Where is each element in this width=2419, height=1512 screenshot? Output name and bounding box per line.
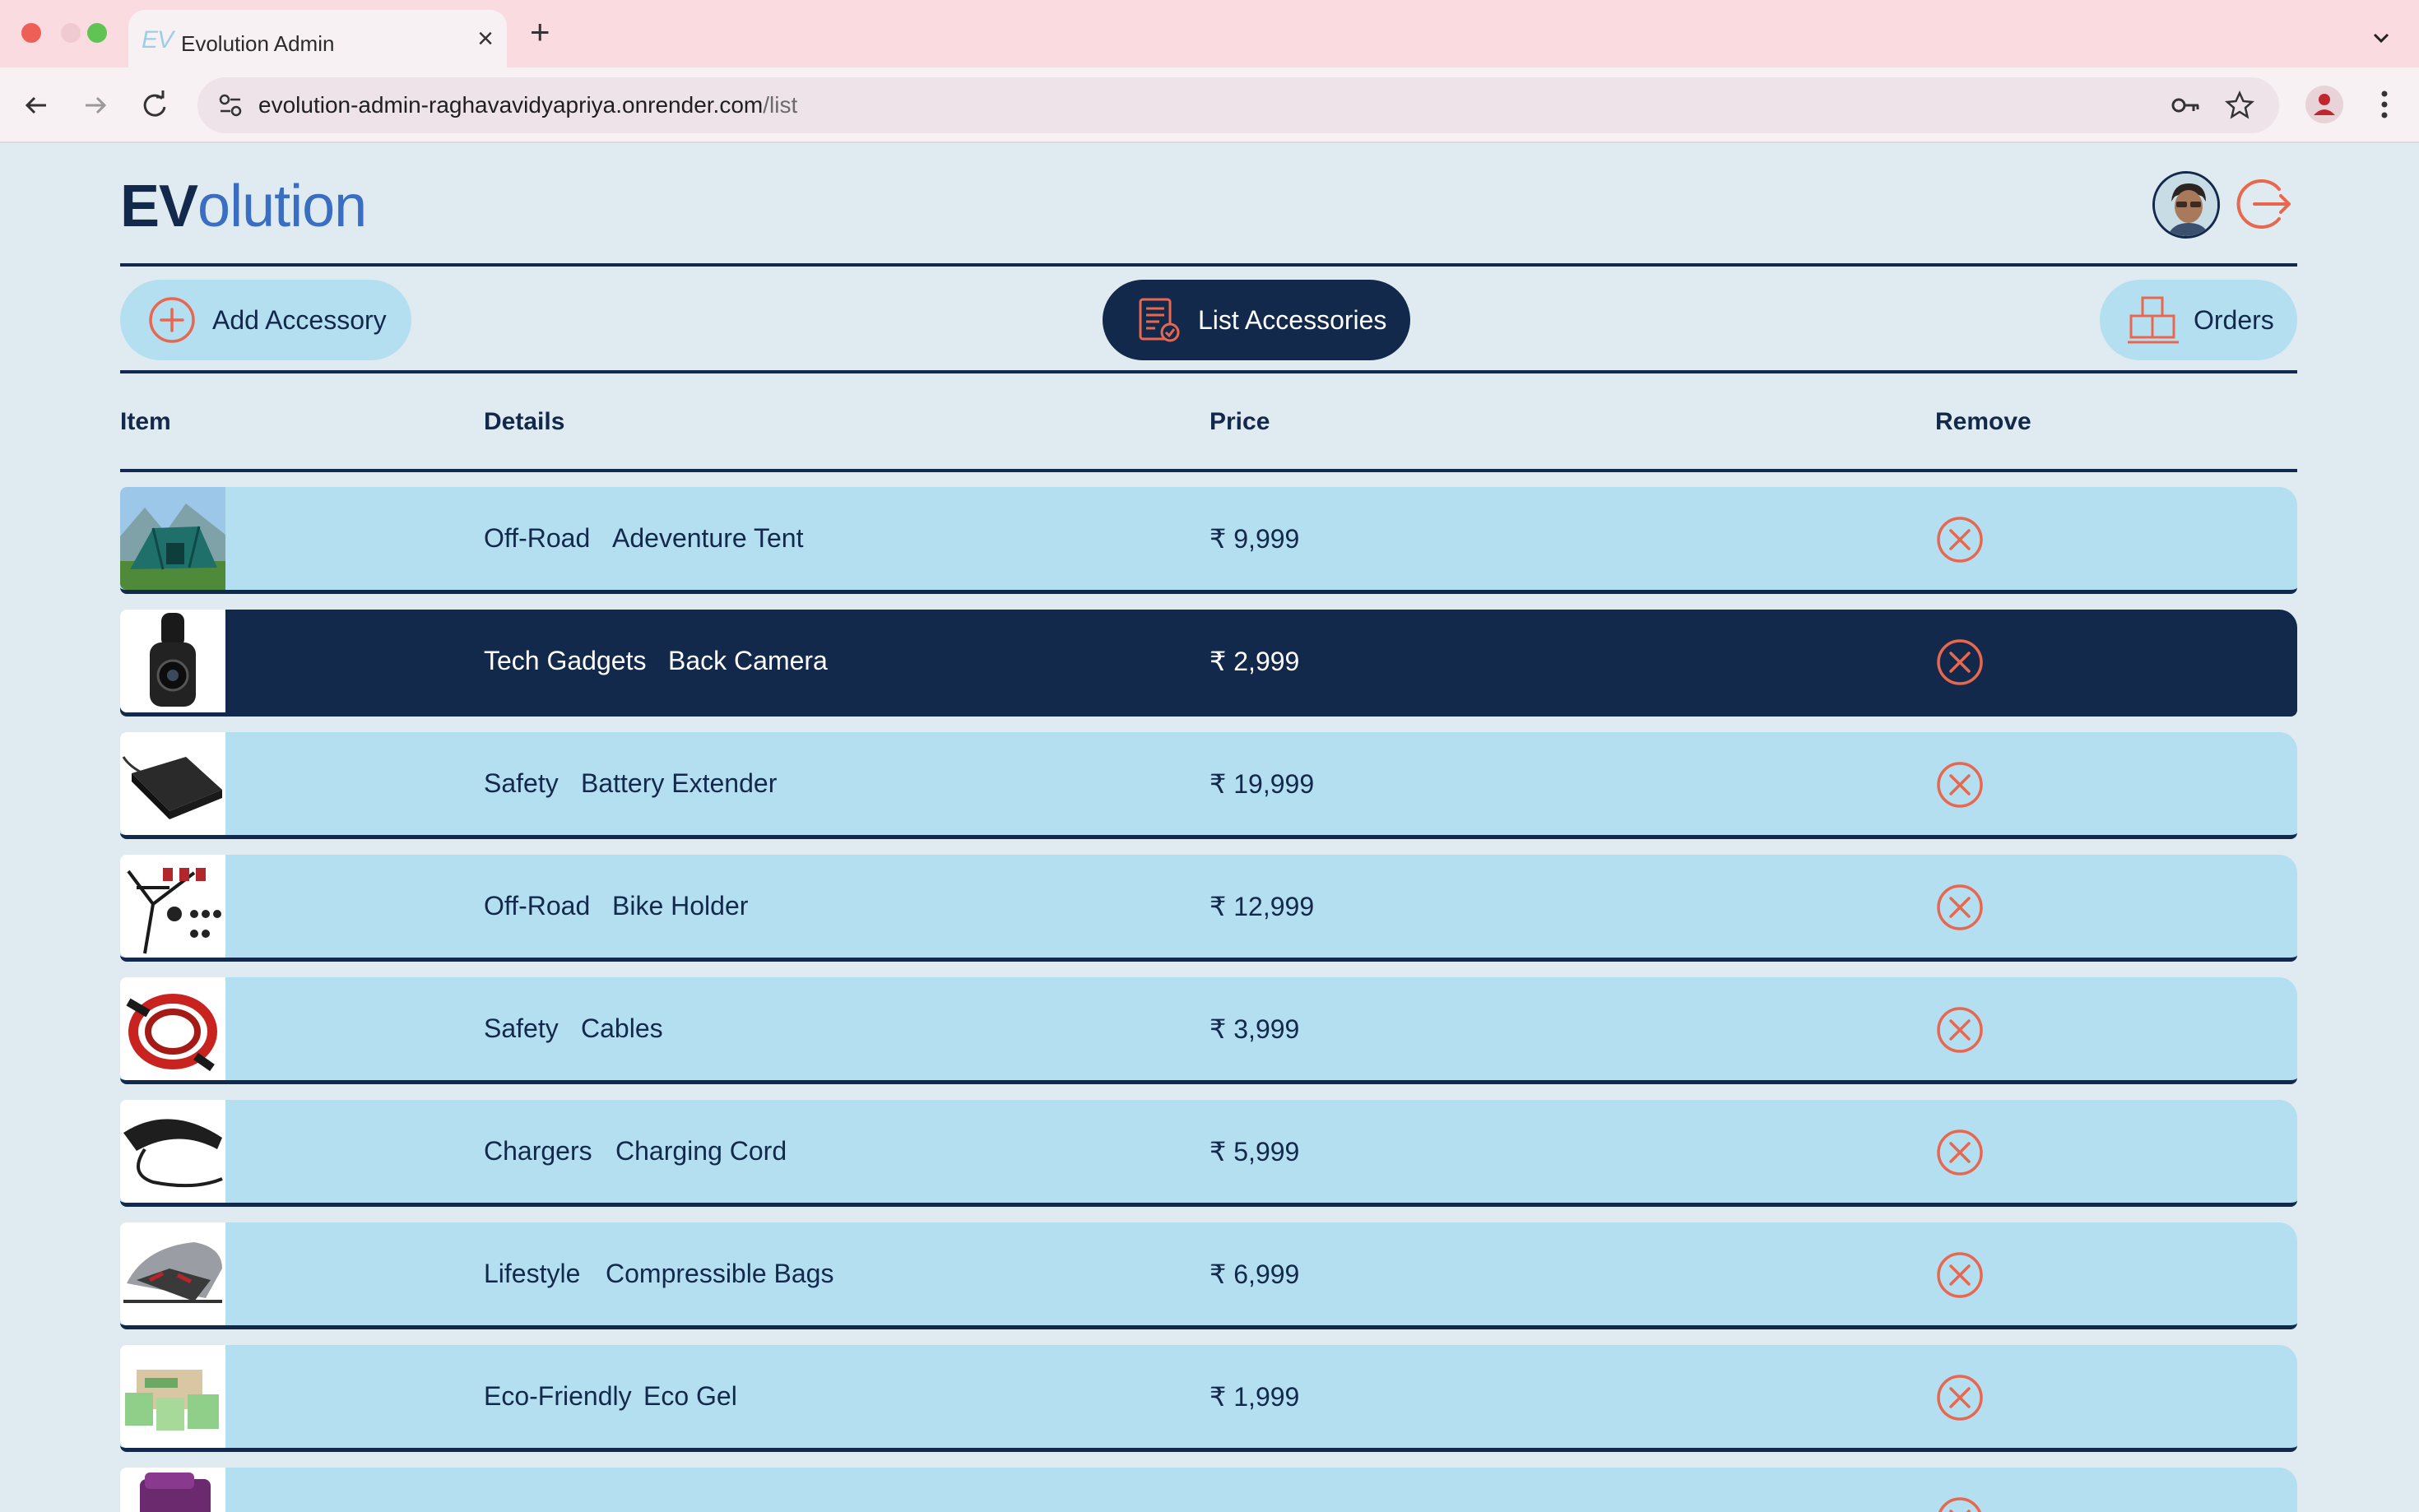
table-row[interactable]: Safety Battery Extender ₹ 19,999 <box>120 732 2297 839</box>
user-avatar[interactable] <box>2152 171 2220 239</box>
row-name: Battery Extender <box>581 768 778 798</box>
tab-title: Evolution Admin <box>181 31 335 56</box>
column-header-details: Details <box>484 408 565 435</box>
brand-logo[interactable]: EVolution <box>120 173 367 240</box>
url-domain: evolution-admin-raghavavidyapriya.onrend… <box>258 92 764 118</box>
row-price: ₹ 2,999 <box>1210 647 1300 676</box>
battery-thumbnail <box>120 732 225 835</box>
row-price: ₹ 5,999 <box>1210 1137 1300 1166</box>
boxes-icon <box>2128 296 2179 344</box>
remove-x-icon[interactable] <box>1935 1250 1985 1300</box>
row-name: Adeventure Tent <box>612 523 804 553</box>
url-text[interactable]: evolution-admin-raghavavidyapriya.onrend… <box>258 92 797 118</box>
row-category: Off-Road <box>484 523 591 553</box>
list-check-icon <box>1139 298 1180 342</box>
back-arrow-icon[interactable] <box>18 87 54 123</box>
row-category: Tech Gadgets <box>484 646 647 675</box>
header-divider <box>120 263 2297 267</box>
row-category: Chargers <box>484 1136 592 1166</box>
tent-thumbnail <box>120 487 225 590</box>
row-name: Cables <box>581 1013 663 1043</box>
table-row[interactable]: Off-Road Bike Holder ₹ 12,999 <box>120 855 2297 962</box>
orders-label: Orders <box>2194 304 2274 335</box>
row-category: Eco-Friendly <box>484 1381 632 1411</box>
new-tab-icon[interactable]: + <box>530 15 550 49</box>
roof-box-thumbnail <box>120 1222 225 1325</box>
row-price: ₹ 12,999 <box>1210 892 1315 921</box>
remove-x-icon[interactable] <box>1935 1496 1985 1512</box>
admin-page: EVolution Add Accessory List Accessories <box>0 145 2419 1512</box>
browser-toolbar: evolution-admin-raghavavidyapriya.onrend… <box>0 67 2419 143</box>
reload-icon[interactable] <box>137 87 173 123</box>
camera-thumbnail <box>120 610 225 712</box>
browser-tab-strip: EV Evolution Admin × + <box>0 0 2419 67</box>
minimize-window-button[interactable] <box>61 23 81 43</box>
table-row[interactable]: Eco-Friendly Eco Gel ₹ 1,999 <box>120 1345 2297 1452</box>
table-row[interactable]: Off-Road Adeventure Tent ₹ 9,999 <box>120 487 2297 594</box>
bookmark-star-icon[interactable] <box>2223 89 2256 122</box>
browser-tab[interactable]: EV Evolution Admin × <box>128 10 507 67</box>
row-category: Safety <box>484 768 559 798</box>
logout-icon[interactable] <box>2231 171 2297 237</box>
row-price: ₹ 1,999 <box>1210 1382 1300 1412</box>
remove-x-icon[interactable] <box>1935 638 1985 687</box>
list-accessories-label: List Accessories <box>1198 304 1387 335</box>
forward-arrow-icon[interactable] <box>77 87 114 123</box>
table-row[interactable]: Safety Cables ₹ 3,999 <box>120 977 2297 1084</box>
remove-x-icon[interactable] <box>1935 883 1985 932</box>
orders-button[interactable]: Orders <box>2100 280 2297 360</box>
remove-x-icon[interactable] <box>1935 1128 1985 1177</box>
table-row-partial[interactable] <box>120 1468 2297 1512</box>
cables-thumbnail <box>120 977 225 1080</box>
tab-search-chevron-icon[interactable] <box>2363 20 2399 56</box>
logo-rest-text: olution <box>197 174 367 239</box>
bike-holder-thumbnail <box>120 855 225 958</box>
url-path: /list <box>763 92 798 118</box>
row-category: Safety <box>484 1013 559 1043</box>
table-header-divider <box>120 469 2297 472</box>
column-header-item: Item <box>120 408 171 435</box>
list-accessories-button[interactable]: List Accessories <box>1103 280 1410 360</box>
add-accessory-label: Add Accessory <box>212 304 387 335</box>
row-name: Charging Cord <box>615 1136 787 1166</box>
column-header-remove: Remove <box>1935 408 2031 435</box>
row-category: Lifestyle <box>484 1259 581 1288</box>
logo-bold-text: EV <box>120 174 198 239</box>
row-category: Off-Road <box>484 891 591 921</box>
row-price: ₹ 6,999 <box>1210 1259 1300 1289</box>
column-header-price: Price <box>1210 408 1270 435</box>
table-row-selected[interactable]: Tech Gadgets Back Camera ₹ 2,999 <box>120 610 2297 717</box>
add-accessory-button[interactable]: Add Accessory <box>120 280 411 360</box>
bags-thumbnail <box>120 1468 225 1512</box>
address-bar[interactable]: evolution-admin-raghavavidyapriya.onrend… <box>197 77 2279 133</box>
remove-x-icon[interactable] <box>1935 760 1985 809</box>
table-row[interactable]: Lifestyle Compressible Bags ₹ 6,999 <box>120 1222 2297 1329</box>
password-key-icon[interactable] <box>2169 89 2202 122</box>
table-row[interactable]: Chargers Charging Cord ₹ 5,999 <box>120 1100 2297 1207</box>
maximize-window-button[interactable] <box>87 23 107 43</box>
profile-icon[interactable] <box>2305 86 2343 123</box>
row-name: Back Camera <box>668 646 828 675</box>
close-tab-icon[interactable]: × <box>477 25 494 53</box>
eco-gel-thumbnail <box>120 1345 225 1448</box>
remove-x-icon[interactable] <box>1935 515 1985 564</box>
row-price: ₹ 3,999 <box>1210 1014 1300 1044</box>
favicon-icon: EV <box>142 26 174 53</box>
close-window-button[interactable] <box>21 23 41 43</box>
add-circle-icon <box>149 297 195 343</box>
more-menu-icon[interactable] <box>2366 86 2403 123</box>
site-settings-icon[interactable] <box>212 87 248 123</box>
remove-x-icon[interactable] <box>1935 1373 1985 1422</box>
nav-divider <box>120 370 2297 373</box>
remove-x-icon[interactable] <box>1935 1005 1985 1055</box>
row-price: ₹ 9,999 <box>1210 524 1300 554</box>
row-price: ₹ 19,999 <box>1210 769 1315 799</box>
row-name: Bike Holder <box>612 891 749 921</box>
row-name: Eco Gel <box>643 1381 737 1411</box>
charger-thumbnail <box>120 1100 225 1203</box>
row-name: Compressible Bags <box>606 1259 834 1288</box>
